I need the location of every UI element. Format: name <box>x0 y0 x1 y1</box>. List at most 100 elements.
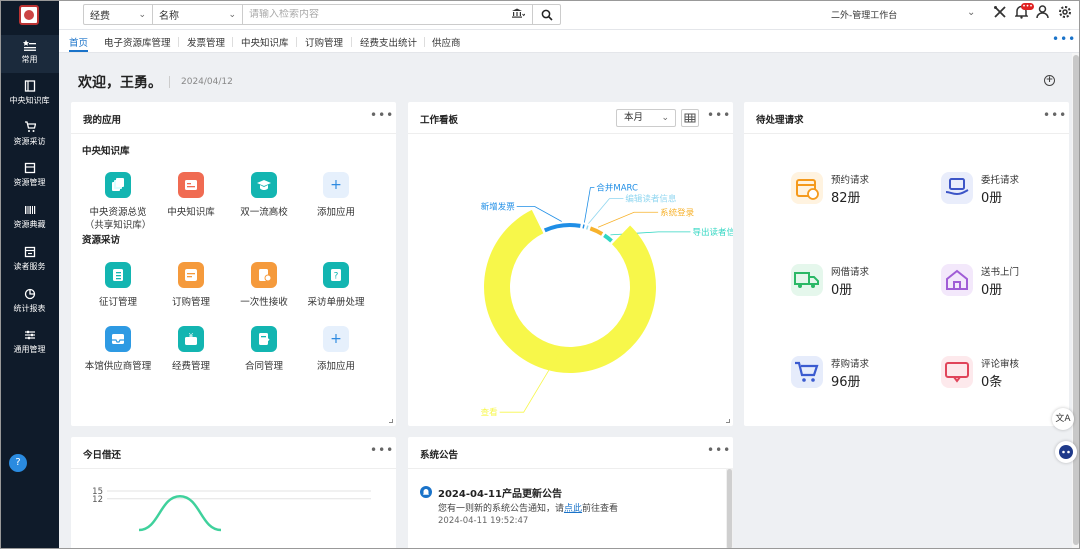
tab-expense-stats[interactable]: 经费支出统计 <box>360 35 417 49</box>
search-button[interactable] <box>532 5 560 24</box>
tools-icon[interactable] <box>993 5 1007 24</box>
logo <box>19 5 39 25</box>
sidebar-item-resource-mgmt[interactable]: 资源管理 <box>0 158 59 196</box>
app-order[interactable]: 订购管理 <box>151 262 231 309</box>
donut-label: 查看 <box>481 407 498 418</box>
tab-e-resources[interactable]: 电子资源库管理 <box>104 35 171 49</box>
card-title: 今日借还 <box>83 450 122 461</box>
donut-label: 系统登录 <box>660 207 695 218</box>
sidebar-item-acquisition[interactable]: 资源采访 <box>0 117 59 155</box>
card-title: 工作看板 <box>420 115 459 126</box>
donut-label: 导出读者信息 <box>692 227 733 238</box>
more-icon[interactable]: ••• <box>370 108 394 122</box>
sidebar-item-statistics[interactable]: 统计报表 <box>0 284 59 322</box>
plus-icon: + <box>323 326 349 352</box>
system-notice-card: 系统公告 ••• 2024-04-11产品更新公告 您有一则新的系统公告通知，请… <box>408 437 733 549</box>
pending-item[interactable]: 荐购请求 96册 <box>791 354 921 394</box>
sidebar-item-central-kb[interactable]: 中央知识库 <box>0 76 59 114</box>
cart-icon <box>791 356 823 388</box>
card-title: 我的应用 <box>83 115 122 126</box>
period-select[interactable]: 本月 ⌄ <box>616 109 676 127</box>
user-icon[interactable] <box>1036 5 1049 24</box>
loans-series-line <box>138 494 222 532</box>
calendar-clock-icon <box>791 172 823 204</box>
today-loans-line-chart: 1512 <box>92 487 371 532</box>
add-app-button[interactable]: + 添加应用 <box>296 172 376 219</box>
page-scrollbar[interactable] <box>1072 53 1080 549</box>
app-volume-processing[interactable]: ? 采访单册处理 <box>296 262 376 309</box>
search-bar: 经费 ⌄ 名称 ⌄ <box>83 4 561 25</box>
box-icon <box>0 162 59 176</box>
notice-scroll-thumb[interactable] <box>727 469 732 549</box>
app-one-time-receive[interactable]: 一次性接收 <box>224 262 304 309</box>
pending-value: 0条 <box>981 375 1003 390</box>
donut-slice[interactable] <box>586 225 589 230</box>
add-widget-icon[interactable]: + <box>1044 75 1055 86</box>
svg-text:¥: ¥ <box>189 332 194 340</box>
welcome-greeting: 欢迎，王勇。 <box>78 75 162 91</box>
resize-handle[interactable] <box>726 419 730 423</box>
pending-value: 0册 <box>831 283 853 298</box>
welcome-date: 2024/04/12 <box>181 77 233 87</box>
search-category-select[interactable]: 经费 ⌄ <box>84 5 153 24</box>
chevron-down-icon: ⌄ <box>661 113 669 123</box>
app-central-overview[interactable]: 中央资源总览 （共享知识库） <box>78 172 158 232</box>
library-scope-icon[interactable] <box>504 8 532 21</box>
today-loans-card: 今日借还 ••• 15 12 <box>71 437 396 549</box>
app-funds-mgmt[interactable]: ¥ 经费管理 <box>151 326 231 373</box>
tab-order[interactable]: 订购管理 <box>305 35 343 49</box>
app-central-kb[interactable]: 中央知识库 <box>151 172 231 219</box>
more-tabs-icon[interactable]: ••• <box>1052 32 1076 46</box>
table-view-button[interactable] <box>681 109 699 127</box>
donut-slice[interactable] <box>582 224 585 229</box>
search-field-select[interactable]: 名称 ⌄ <box>153 5 243 24</box>
donut-slice[interactable] <box>484 209 656 373</box>
notice-link[interactable]: 点此 <box>564 504 582 514</box>
sidebar-item-common[interactable]: 常用 <box>0 35 59 73</box>
assistant-icon <box>1059 445 1073 459</box>
translate-icon: 文A <box>1055 414 1071 424</box>
pending-item[interactable]: 网借请求 0册 <box>791 262 921 302</box>
app-supplier-mgmt[interactable]: 本馆供应商管理 <box>78 326 158 373</box>
workbench-select[interactable]: 二外-管理工作台 <box>831 8 897 21</box>
more-icon[interactable]: ••• <box>707 108 731 122</box>
donut-label: 新增发票 <box>481 202 516 213</box>
sidebar-item-general-mgmt[interactable]: 通用管理 <box>0 325 59 363</box>
sidebar-item-collection[interactable]: 资源典藏 <box>0 200 59 238</box>
more-icon[interactable]: ••• <box>370 443 394 457</box>
donut-slice[interactable] <box>543 223 581 233</box>
app-contract-mgmt[interactable]: 合同管理 <box>224 326 304 373</box>
page-scroll-thumb[interactable] <box>1073 55 1079 545</box>
pending-item[interactable]: 委托请求 0册 <box>941 170 1071 210</box>
tab-supplier[interactable]: 供应商 <box>432 35 461 49</box>
hand-book-icon <box>941 172 973 204</box>
translate-button[interactable]: 文A <box>1052 408 1074 430</box>
sidebar-item-reader-service[interactable]: 读者服务 <box>0 242 59 280</box>
pending-item[interactable]: 评论审核 0条 <box>941 354 1071 394</box>
tab-invoice[interactable]: 发票管理 <box>187 35 225 49</box>
donut-slice[interactable] <box>589 226 604 236</box>
tab-central-kb[interactable]: 中央知识库 <box>241 35 289 49</box>
resize-handle[interactable] <box>389 419 393 423</box>
more-icon[interactable]: ••• <box>707 443 731 457</box>
work-board-donut-chart: 新增发票 合并MARC编辑读者信息系统登录导出读者信息查看 <box>481 183 733 419</box>
more-icon[interactable]: ••• <box>1043 108 1067 122</box>
add-app-button[interactable]: + 添加应用 <box>296 326 376 373</box>
donut-leader-line <box>588 198 624 224</box>
reader-icon <box>0 246 59 260</box>
chevron-down-icon[interactable]: ⌄ <box>967 7 975 18</box>
book-icon <box>0 80 59 94</box>
pending-item[interactable]: 预约请求 82册 <box>791 170 921 210</box>
assistant-button[interactable] <box>1055 441 1077 463</box>
app-double-first-class[interactable]: 双一流高校 <box>224 172 304 219</box>
gear-icon[interactable] <box>1058 5 1072 24</box>
graduation-cap-icon <box>251 172 277 198</box>
help-icon[interactable]: ? <box>9 454 27 472</box>
app-subscription[interactable]: 征订管理 <box>78 262 158 309</box>
layers-icon <box>105 172 131 198</box>
tab-home[interactable]: 首页 <box>69 35 89 52</box>
notice-title[interactable]: 2024-04-11产品更新公告 <box>438 485 562 500</box>
search-input[interactable] <box>243 9 504 20</box>
pending-item[interactable]: 送书上门 0册 <box>941 262 1071 302</box>
cart-icon <box>0 121 59 135</box>
